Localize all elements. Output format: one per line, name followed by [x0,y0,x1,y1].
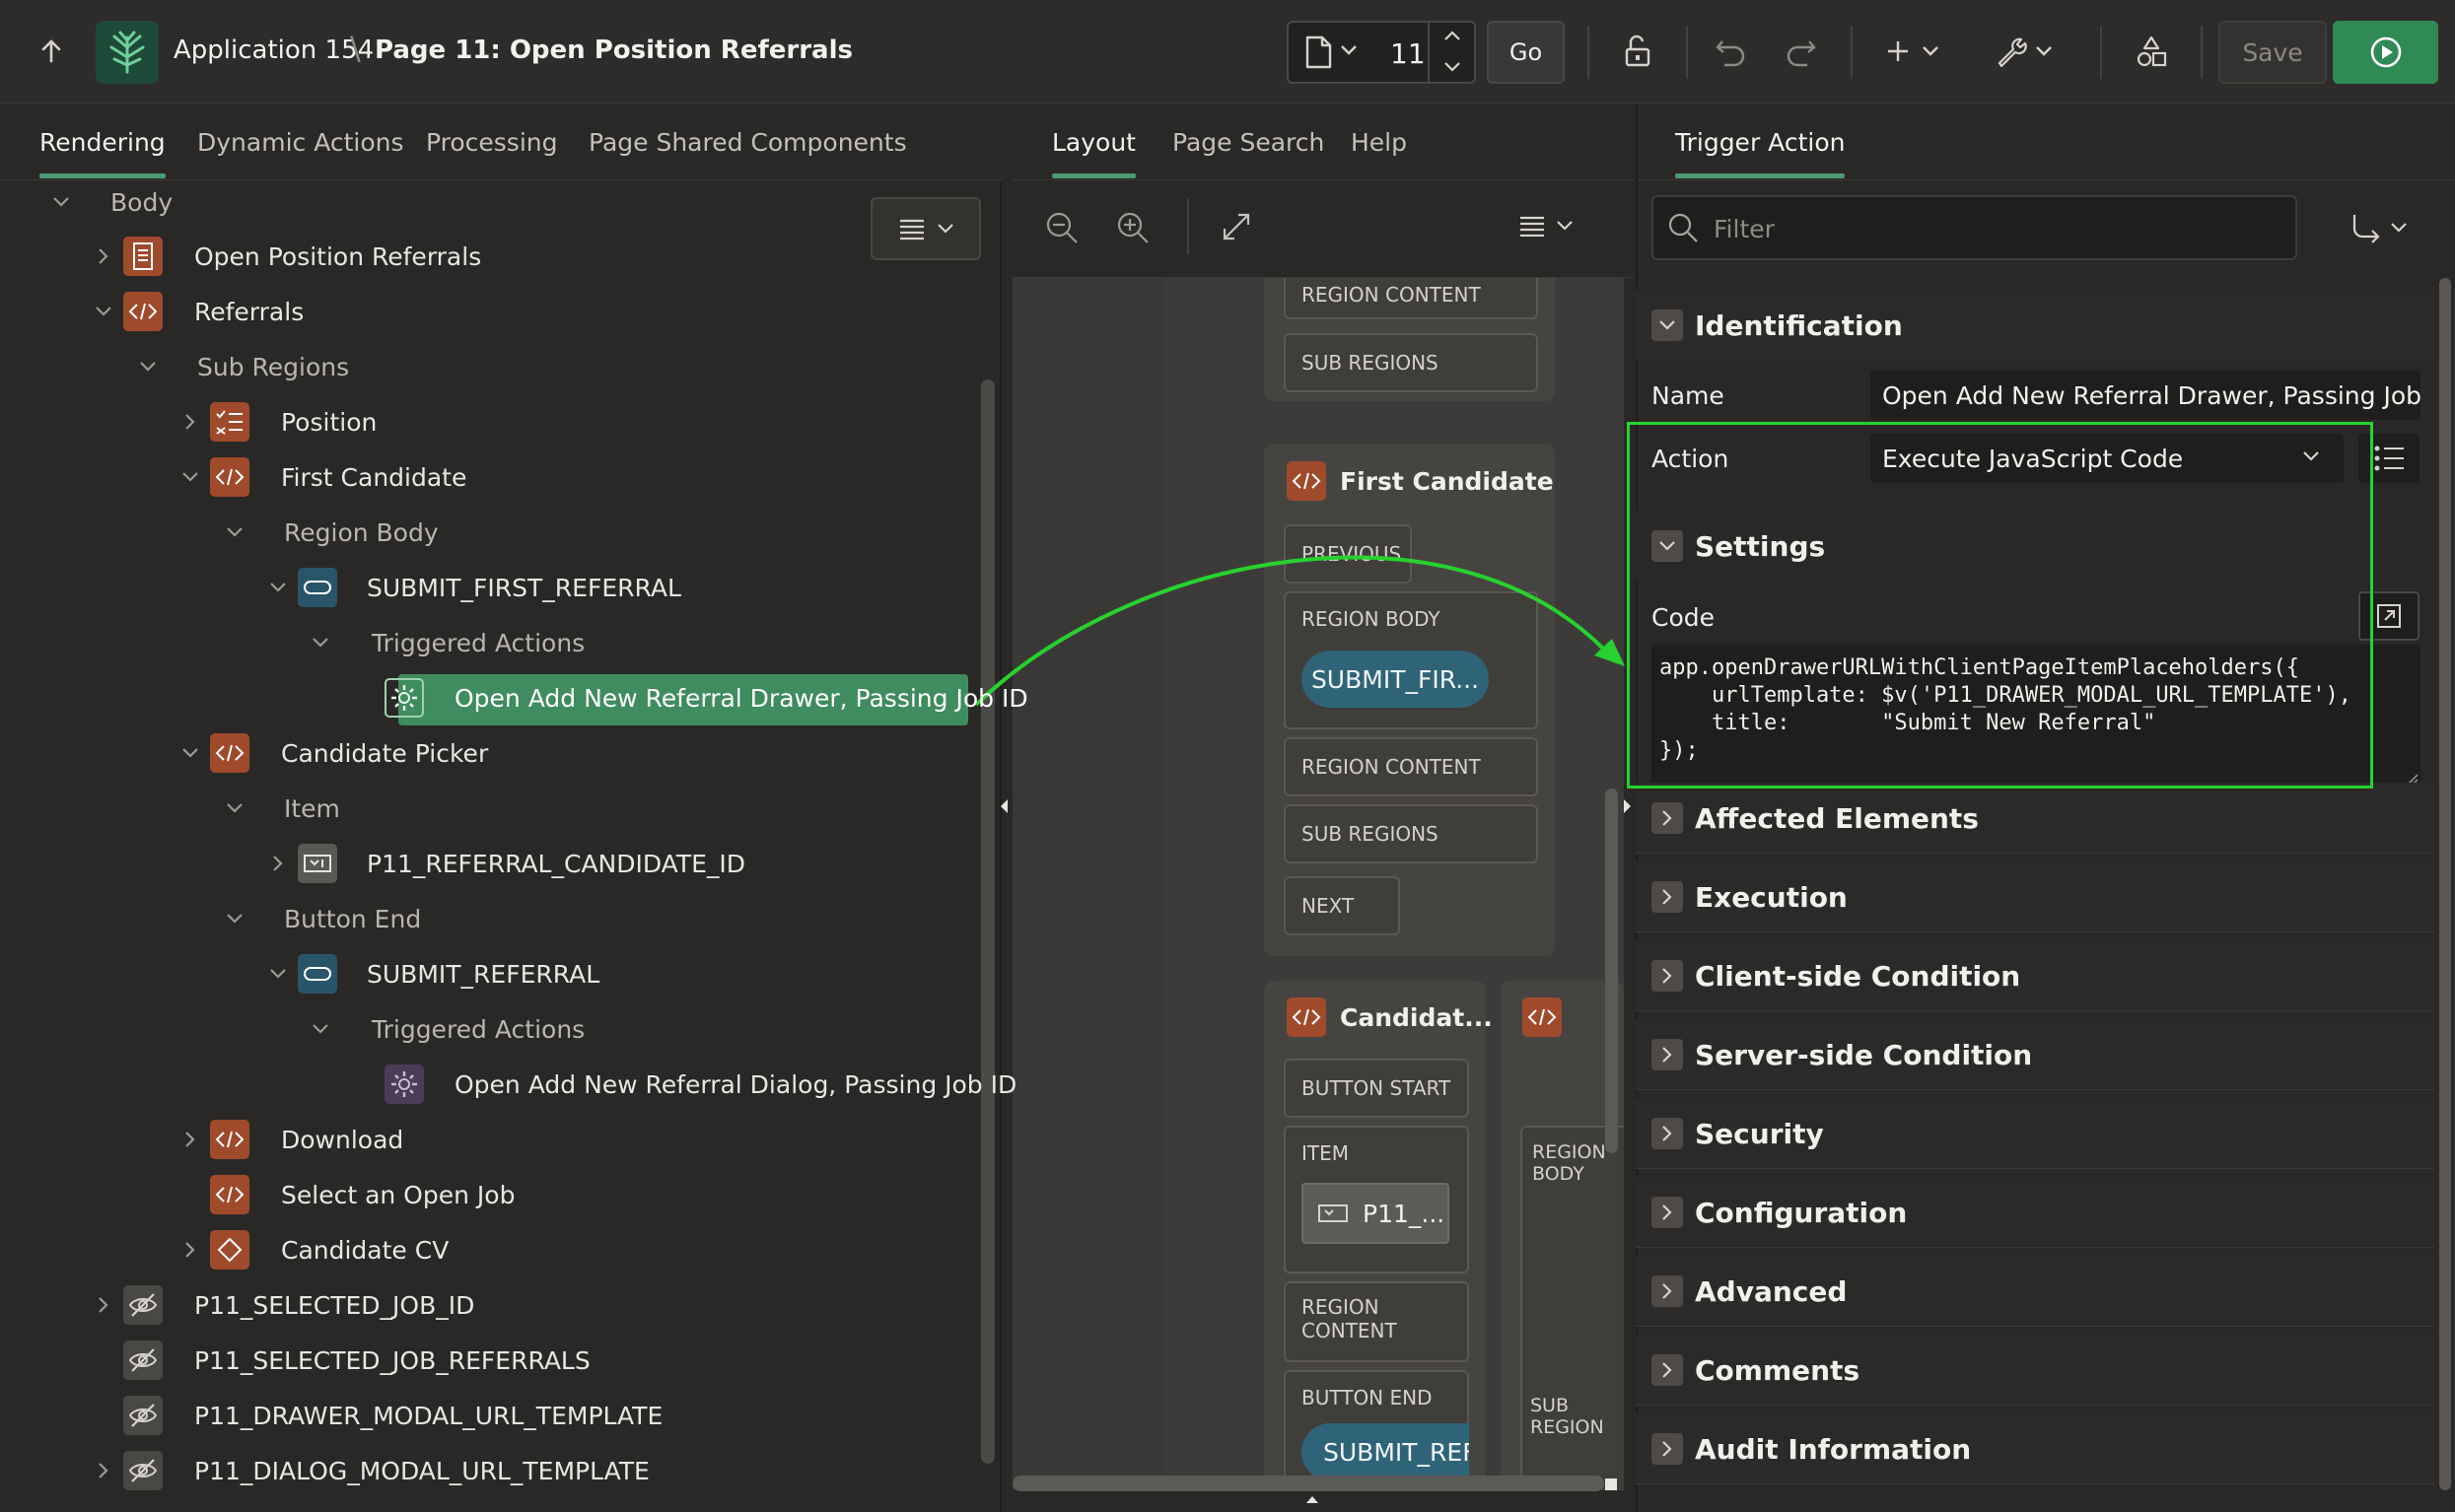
tree-node-drawer-url[interactable]: P11_DRAWER_MODAL_URL_TEMPLATE [194,1390,663,1441]
tree-node-candidate-id[interactable]: P11_REFERRAL_CANDIDATE_ID [367,838,745,889]
chevron-down-icon[interactable] [46,187,76,217]
tree-node-label: Button End [284,904,422,933]
tree-node-triggered-actions-2[interactable]: Triggered Actions [372,1003,585,1055]
tree-node-position[interactable]: Position [281,396,377,447]
chevron-down-icon[interactable] [175,462,205,492]
hidden-item-icon [123,1285,163,1325]
select-item-icon [298,844,337,883]
tree-node-label: Body [110,187,174,217]
tree-node-button-end[interactable]: Button End [284,893,421,944]
chevron-down-icon[interactable] [306,1014,335,1044]
tree-node-label: Triggered Actions [372,1014,586,1044]
tree-node-label: Referrals [194,297,305,326]
tree-node-body[interactable]: Body [110,176,173,228]
tree-node-selected-job-referrals[interactable]: P11_SELECTED_JOB_REFERRALS [194,1335,591,1386]
chevron-right-icon[interactable] [89,1290,118,1320]
tree-node-label: SUBMIT_FIRST_REFERRAL [367,573,681,602]
tree-node-label: P11_REFERRAL_CANDIDATE_ID [367,849,746,878]
tree-node-label: Download [281,1125,404,1154]
tree-node-label: Select an Open Job [281,1180,516,1209]
form-region-icon [123,237,163,276]
tree-node-open-position-referrals[interactable]: Open Position Referrals [194,231,481,282]
tree-node-label: Region Body [284,517,439,547]
chevron-down-icon[interactable] [89,297,118,326]
hidden-item-icon [123,1451,163,1490]
tree-node-candidate-cv[interactable]: Candidate CV [281,1224,449,1275]
tree-node-label: Candidate Picker [281,738,489,768]
tree-node-submit-first-referral[interactable]: SUBMIT_FIRST_REFERRAL [367,562,681,613]
region-code-icon [123,292,163,331]
button-icon [298,954,337,994]
hidden-item-icon [123,1396,163,1435]
chevron-down-icon[interactable] [220,904,249,933]
chevron-down-icon[interactable] [220,793,249,823]
tree-node-label: P11_DRAWER_MODAL_URL_TEMPLATE [194,1401,664,1430]
button-icon [298,568,337,607]
tree-node-label: First Candidate [281,462,467,492]
tree-node-download[interactable]: Download [281,1114,403,1165]
tree-node-sub-regions[interactable]: Sub Regions [197,341,349,392]
tree-node-candidate-picker[interactable]: Candidate Picker [281,727,488,779]
region-code-icon [210,1175,249,1214]
tree-node-label: Position [281,407,378,437]
tree-node-label: Open Add New Referral Dialog, Passing Jo… [455,1069,1017,1099]
tree-node-label: P11_SELECTED_JOB_REFERRALS [194,1345,591,1375]
tree-node-selected-action[interactable]: Open Add New Referral Drawer, Passing Jo… [455,672,1028,723]
hidden-item-icon [123,1340,163,1380]
tree-node-referrals[interactable]: Referrals [194,286,304,337]
tree-node-label: Candidate CV [281,1235,450,1265]
tree-node-label: Open Add New Referral Drawer, Passing Jo… [455,683,1028,713]
chevron-right-icon[interactable] [89,241,118,271]
tree-node-label: Triggered Actions [372,628,586,657]
gear-icon [385,678,424,718]
chevron-down-icon[interactable] [263,573,293,602]
region-code-icon [210,1120,249,1159]
tree-node-dialog-action[interactable]: Open Add New Referral Dialog, Passing Jo… [455,1059,1017,1110]
region-code-icon [210,733,249,773]
chevron-right-icon[interactable] [175,1235,205,1265]
checklist-region-icon [210,402,249,442]
tree-node-label: P11_DIALOG_MODAL_URL_TEMPLATE [194,1456,650,1485]
diamond-region-icon [210,1230,249,1270]
tree-node-submit-referral[interactable]: SUBMIT_REFERRAL [367,948,599,999]
gear-icon [385,1065,424,1104]
chevron-right-icon[interactable] [263,849,293,878]
tree-node-item[interactable]: Item [284,783,340,834]
chevron-down-icon[interactable] [306,628,335,657]
chevron-right-icon[interactable] [175,1125,205,1154]
chevron-down-icon[interactable] [263,959,293,989]
tree-node-region-body[interactable]: Region Body [284,507,439,558]
tree-node-triggered-actions-1[interactable]: Triggered Actions [372,617,585,668]
tree-node-label: Item [284,793,340,823]
chevron-right-icon[interactable] [89,1456,118,1485]
chevron-down-icon[interactable] [133,352,163,381]
tree-node-dialog-url[interactable]: P11_DIALOG_MODAL_URL_TEMPLATE [194,1445,650,1496]
chevron-down-icon[interactable] [220,517,249,547]
tree-node-select-job[interactable]: Select an Open Job [281,1169,515,1220]
chevron-right-icon[interactable] [175,407,205,437]
tree-node-label: Sub Regions [197,352,350,381]
tree-node-label: P11_SELECTED_JOB_ID [194,1290,475,1320]
tree-node-first-candidate[interactable]: First Candidate [281,451,466,503]
chevron-down-icon[interactable] [175,738,205,768]
tree-node-selected-job-id[interactable]: P11_SELECTED_JOB_ID [194,1279,474,1331]
tree-node-label: SUBMIT_REFERRAL [367,959,600,989]
tree-node-label: Open Position Referrals [194,241,482,271]
region-code-icon [210,457,249,497]
